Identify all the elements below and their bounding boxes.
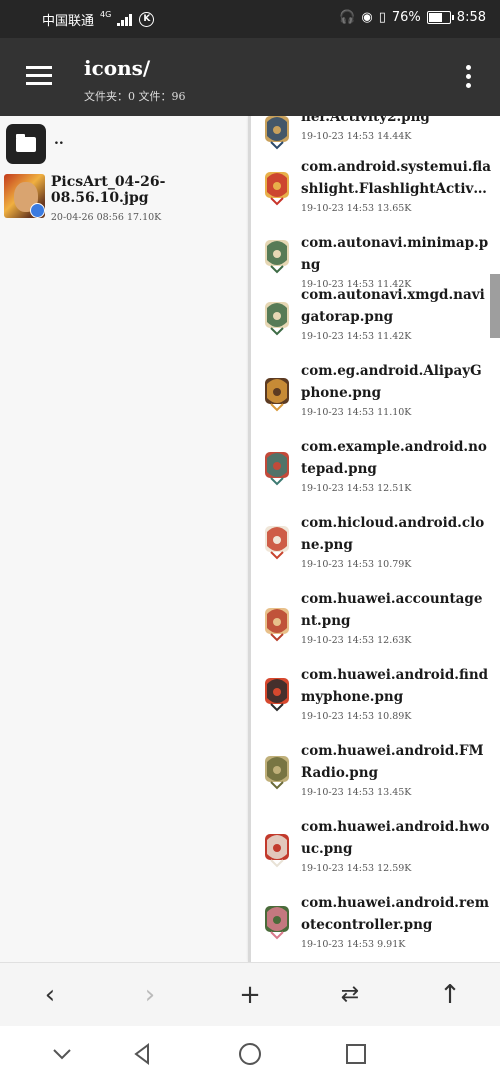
notebook-icon [257, 446, 297, 486]
file-name: com.autonavi.minimap.png [301, 235, 489, 273]
folder-file-count: 文件夹：0 文件：96 [84, 90, 186, 103]
list-item[interactable]: com.autonavi.xmgd.navigatorap.png 19-10-2… [251, 284, 500, 354]
file-name: com.autonavi.xmgd.navigatorap.png [301, 287, 485, 325]
file-meta: 19-10-23 14:53 10.89K [301, 711, 412, 722]
file-meta: 19-10-23 14:53 14.44K [301, 131, 412, 142]
more-options-icon[interactable] [466, 65, 472, 89]
list-item[interactable]: com.huawei.android.findmyphone.png 19-10-… [251, 664, 500, 734]
gate-icon [257, 602, 297, 642]
file-name: com.hicloud.android.clone.png [301, 515, 485, 553]
file-name: com.android.systemui.flashlight.Flashlig… [301, 159, 491, 197]
right-pane: ner.Activity2.png 19-10-23 14:53 14.44K co… [251, 116, 500, 962]
file-meta: 19-10-23 14:53 12.59K [301, 863, 412, 874]
parent-folder-row[interactable]: .. [6, 124, 64, 164]
file-meta: 19-10-23 14:53 11.42K [301, 331, 412, 342]
app-bar: icons/ 文件夹：0 文件：96 [0, 38, 500, 116]
file-meta: 19-10-23 14:53 12.63K [301, 635, 412, 646]
bottom-action-bar: ‹ › + ⇄ ↑ [0, 962, 500, 1027]
koi-icon [257, 520, 297, 560]
network-type: 4G [100, 10, 112, 19]
file-meta: 19-10-23 14:53 11.10K [301, 407, 412, 418]
file-name: com.huawei.android.findmyphone.png [301, 667, 489, 705]
battery-percent: 76% [391, 10, 421, 25]
file-name: ner.Activity2.png [301, 116, 430, 125]
folder-icon [6, 124, 46, 164]
nav-back-icon[interactable] [130, 1042, 154, 1066]
nav-home-icon[interactable] [238, 1042, 262, 1066]
file-meta: 19-10-23 14:53 12.51K [301, 483, 412, 494]
parent-folder-label: .. [54, 132, 64, 148]
map-scroll-icon [257, 296, 297, 336]
scrollbar-thumb[interactable] [490, 274, 500, 338]
carrier-label: 中国联通 [42, 14, 95, 29]
nav-recents-icon[interactable] [344, 1042, 368, 1066]
menu-icon[interactable] [26, 66, 52, 86]
back-arrow-icon[interactable]: ‹ [38, 982, 62, 1008]
clock: 8:58 [456, 10, 486, 25]
signal-icon [117, 13, 133, 26]
swap-panes-icon[interactable]: ⇄ [338, 983, 362, 1007]
file-item[interactable]: PicsArt_04-26-08.56.10.jpg 20-04-26 08:5… [4, 174, 248, 223]
bell-icon [257, 750, 297, 790]
list-item[interactable]: com.android.systemui.flashlight.Flashlig… [251, 156, 500, 226]
lantern-icon [257, 166, 297, 206]
file-name: com.huawei.accountagent.png [301, 591, 483, 629]
map-scroll-icon [257, 234, 297, 274]
flower-branch-icon [257, 900, 297, 940]
list-item[interactable]: com.huawei.android.FMRadio.png 19-10-23 1… [251, 740, 500, 810]
file-meta: 19-10-23 14:53 10.79K [301, 559, 412, 570]
crane-icon [257, 828, 297, 868]
battery-icon [426, 11, 454, 24]
photo-thumbnail [4, 174, 45, 218]
vibrate-icon: ▯ [378, 10, 386, 25]
add-icon[interactable]: + [238, 982, 262, 1008]
list-item[interactable]: com.huawei.android.remotecontroller.png 1… [251, 892, 500, 962]
forward-arrow-icon[interactable]: › [138, 982, 162, 1008]
list-item[interactable]: com.hicloud.android.clone.png 19-10-23 14… [251, 512, 500, 582]
left-pane: .. PicsArt_04-26-08.56.10.jpg 20-04-26 0… [0, 116, 248, 962]
list-item[interactable]: com.huawei.accountagent.png 19-10-23 14:5… [251, 588, 500, 658]
file-meta: 19-10-23 14:53 13.45K [301, 787, 412, 798]
file-name: PicsArt_04-26-08.56.10.jpg [50, 174, 166, 206]
ribbon-icon [257, 116, 297, 150]
file-name: com.huawei.android.FMRadio.png [301, 743, 484, 781]
file-name: com.huawei.android.remotecontroller.png [301, 895, 489, 933]
file-meta: 20-04-26 08:56 17.10K [50, 212, 162, 223]
up-directory-icon[interactable]: ↑ [438, 982, 462, 1008]
file-meta: 19-10-23 14:53 13.65K [301, 203, 412, 214]
status-bar: 中国联通 4G K 🎧 ◉ ▯ 76% 8:58 [0, 0, 500, 38]
bowl-icon [257, 372, 297, 412]
file-name: com.example.android.notepad.png [301, 439, 487, 477]
headset-icon: 🎧 [339, 10, 356, 25]
system-nav-bar [0, 1026, 500, 1083]
eye-icon: ◉ [361, 10, 373, 25]
list-item[interactable]: com.example.android.notepad.png 19-10-23 … [251, 436, 500, 506]
file-name: com.huawei.android.hwouc.png [301, 819, 490, 857]
list-item[interactable]: com.huawei.android.hwouc.png 19-10-23 14:… [251, 816, 500, 886]
page-title: icons/ [84, 56, 151, 80]
k-app-icon: K [139, 12, 155, 27]
phone-lantern-icon [257, 672, 297, 712]
file-name: com.eg.android.AlipayGphone.png [301, 363, 482, 401]
collapse-icon[interactable] [50, 1042, 74, 1066]
list-item[interactable]: com.eg.android.AlipayGphone.png 19-10-23 … [251, 360, 500, 430]
file-meta: 19-10-23 14:53 9.91K [301, 939, 406, 950]
